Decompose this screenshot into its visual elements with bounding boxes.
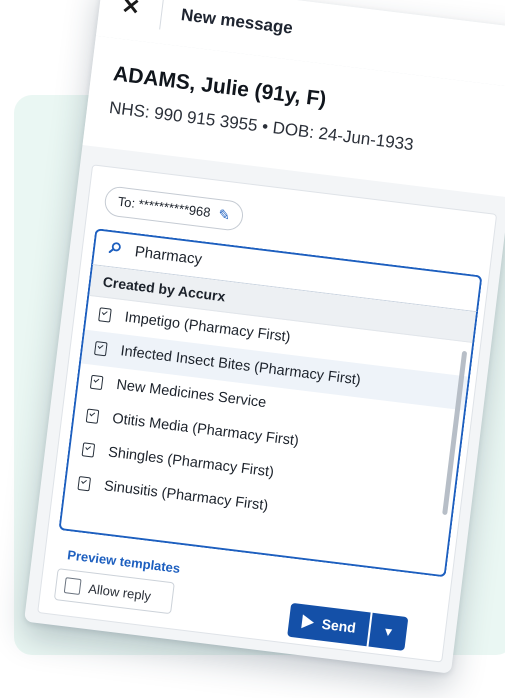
allow-reply-checkbox[interactable] — [63, 577, 82, 595]
send-icon — [301, 614, 315, 630]
allow-reply-label: Allow reply — [87, 580, 152, 604]
composer-title: New message — [179, 5, 294, 38]
template-icon — [85, 408, 100, 424]
template-icon — [81, 442, 96, 458]
send-button-group: Send ▼ — [287, 602, 409, 651]
send-button[interactable]: Send — [287, 602, 371, 647]
allow-reply-toggle[interactable]: Allow reply — [53, 568, 175, 615]
template-icon — [93, 341, 108, 357]
template-icon — [98, 307, 112, 323]
header-divider — [159, 0, 165, 30]
template-icon — [77, 476, 92, 492]
chevron-down-icon: ▼ — [381, 624, 396, 640]
search-value: Pharmacy — [133, 243, 203, 269]
close-icon[interactable]: ✕ — [120, 0, 141, 20]
recipient-chip[interactable]: To: **********968 ✎ — [103, 185, 245, 232]
template-dropdown: Created by Accurx Impetigo (Pharmacy Fir… — [58, 263, 479, 578]
message-composer-card: ✕ New message ADAMS, Julie (91y, F) NHS:… — [23, 0, 505, 674]
send-label: Send — [320, 615, 357, 636]
recipient-label: To: **********968 — [116, 193, 212, 220]
search-icon — [108, 242, 121, 254]
template-icon — [89, 374, 104, 391]
send-options-button[interactable]: ▼ — [368, 612, 409, 651]
patient-identifiers: NHS: 990 915 3955 • DOB: 24-Jun-1933 — [108, 98, 415, 155]
pencil-icon[interactable]: ✎ — [217, 200, 232, 229]
compose-panel: To: **********968 ✎ Pharmacy Created by … — [37, 164, 498, 663]
